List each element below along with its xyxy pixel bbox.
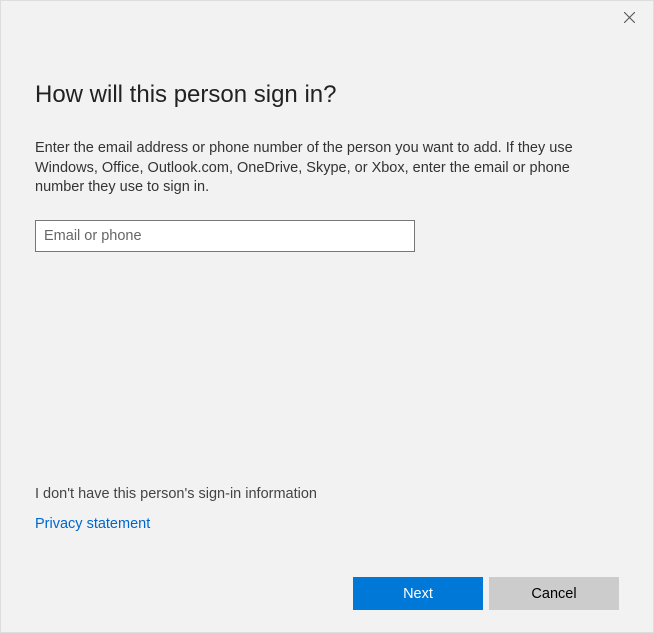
next-button[interactable]: Next xyxy=(353,577,483,610)
close-icon xyxy=(624,12,635,23)
privacy-statement-link[interactable]: Privacy statement xyxy=(35,516,317,532)
titlebar xyxy=(1,1,653,33)
no-signin-info-link[interactable]: I don't have this person's sign-in infor… xyxy=(35,486,317,502)
page-title: How will this person sign in? xyxy=(35,81,619,109)
email-or-phone-input[interactable] xyxy=(35,220,415,252)
dialog-content: How will this person sign in? Enter the … xyxy=(1,33,653,252)
close-button[interactable] xyxy=(615,3,643,31)
footer-buttons: Next Cancel xyxy=(353,577,619,610)
description-text: Enter the email address or phone number … xyxy=(35,139,619,198)
links-section: I don't have this person's sign-in infor… xyxy=(35,486,317,532)
cancel-button[interactable]: Cancel xyxy=(489,577,619,610)
